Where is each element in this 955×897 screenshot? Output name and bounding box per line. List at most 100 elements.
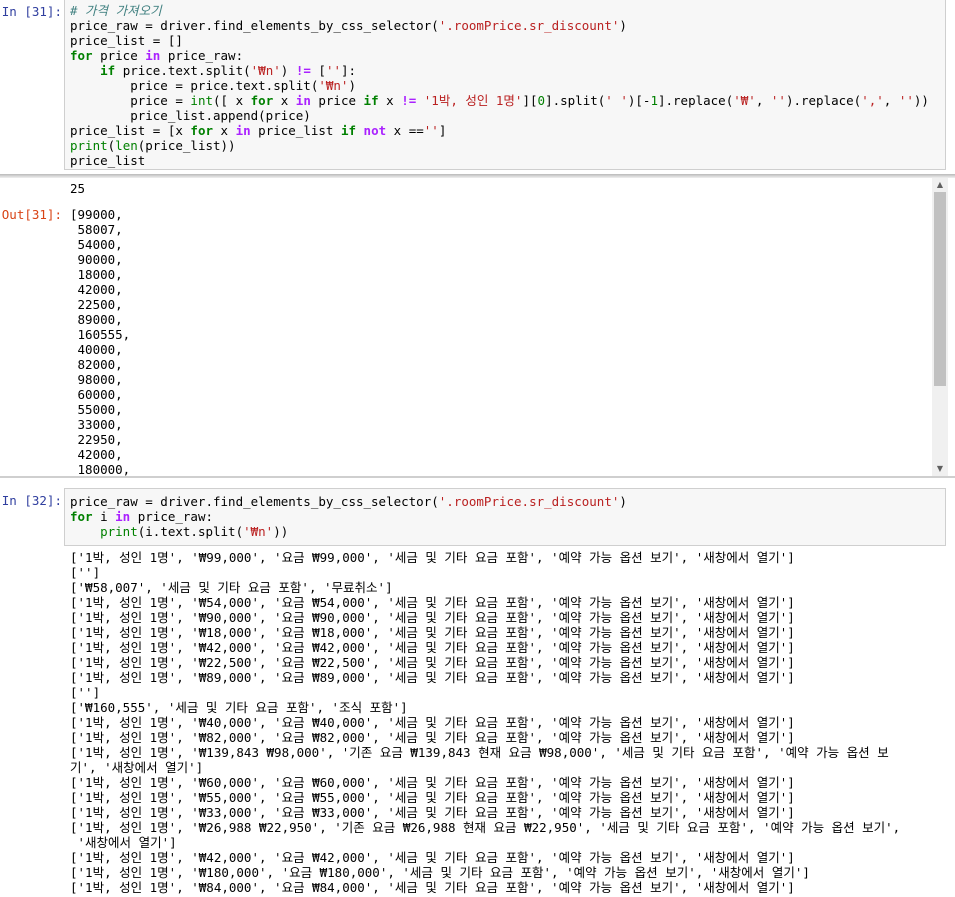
code-token: ].split(: [545, 93, 606, 108]
code-token: len: [115, 138, 138, 153]
output-line: 42000,: [70, 447, 123, 462]
code-token: '': [898, 93, 914, 108]
code-line: for i in price_raw:: [70, 509, 627, 524]
code-token: price_raw = driver.find_elements_by_css_…: [70, 18, 439, 33]
code-token: '': [770, 93, 786, 108]
code-token: if: [100, 63, 116, 78]
code-line: price = price.text.split('₩n'): [70, 78, 929, 93]
output-line: ['1박, 성인 1명', '₩180,000', '요금 ₩180,000',…: [70, 865, 810, 880]
code-token: (i.text.split(: [137, 524, 244, 539]
code-token: 1: [650, 93, 658, 108]
code-token: in: [235, 123, 251, 138]
output-line: ['₩58,007', '세금 및 기타 요금 포함', '무료취소']: [70, 580, 393, 595]
code-token: if: [340, 123, 357, 138]
code-token: 0: [537, 93, 546, 108]
cell-in-prompt-31: In [31]:: [1, 4, 62, 19]
code-line: price_list.append(price): [70, 108, 929, 123]
code-token: i: [92, 509, 116, 524]
code-token: )): [913, 93, 929, 108]
code-editor-31[interactable]: # 가격 가져오기 price_raw = driver.find_element…: [70, 3, 929, 168]
code-token: ).replace(: [785, 93, 862, 108]
code-line: price_raw = driver.find_elements_by_css_…: [70, 18, 929, 33]
output-line: ['1박, 성인 1명', '₩60,000', '요금 ₩60,000', '…: [70, 775, 795, 790]
output-line: ['1박, 성인 1명', '₩55,000', '요금 ₩55,000', '…: [70, 790, 795, 805]
code-token: for: [70, 48, 93, 63]
execute-result-list: [99000, 58007, 54000, 90000, 18000, 4200…: [70, 207, 130, 476]
output-line: 98000,: [70, 372, 123, 387]
code-token: price_list = [x: [70, 123, 191, 138]
output-line: ['1박, 성인 1명', '₩18,000', '요금 ₩18,000', '…: [70, 625, 795, 640]
code-token: ]:: [341, 63, 357, 78]
code-token: )): [273, 524, 289, 539]
output-line: ['1박, 성인 1명', '₩84,000', '요금 ₩84,000', '…: [70, 880, 795, 895]
code-token: '₩n': [318, 78, 349, 93]
code-token: ([ x: [213, 93, 251, 108]
output-line: ['1박, 성인 1명', '₩82,000', '요금 ₩82,000', '…: [70, 730, 795, 745]
code-cell-32-input[interactable]: price_raw = driver.find_elements_by_css_…: [64, 488, 946, 546]
output-line: 55000,: [70, 402, 123, 417]
cell-out-prompt-31: Out[31]:: [1, 207, 62, 222]
code-line: if price.text.split('₩n') != ['']:: [70, 63, 929, 78]
code-token: '1박, 성인 1명': [423, 93, 523, 108]
code-token: '.roomPrice.sr_discount': [438, 494, 620, 509]
code-token: price_list: [250, 123, 341, 138]
code-token: # 가격 가져오기: [70, 3, 162, 18]
output-line: ['1박, 성인 1명', '₩90,000', '요금 ₩90,000', '…: [70, 610, 795, 625]
code-token: '': [423, 123, 439, 138]
output-line: 40000,: [70, 342, 123, 357]
code-token: ]: [438, 123, 447, 138]
output-line: ['1박, 성인 1명', '₩26,988 ₩22,950', '기존 요금 …: [70, 820, 901, 835]
output-line: 60000,: [70, 387, 123, 402]
cell-separator: [0, 476, 955, 478]
code-editor-32[interactable]: price_raw = driver.find_elements_by_css_…: [70, 494, 627, 539]
code-token: '₩n': [250, 63, 281, 78]
code-token: price_raw = driver.find_elements_by_css_…: [70, 494, 439, 509]
code-token: ].replace(: [657, 93, 734, 108]
code-token: print: [100, 524, 138, 539]
code-token: price: [92, 48, 146, 63]
code-token: ): [280, 63, 296, 78]
code-token: ): [619, 494, 627, 509]
output-line: 18000,: [70, 267, 123, 282]
scroll-up-arrow-icon[interactable]: ▲: [932, 178, 948, 192]
scroll-down-arrow-icon[interactable]: ▼: [932, 462, 948, 476]
cell-in-prompt-32: In [32]:: [1, 493, 62, 508]
output-line: ['']: [70, 685, 101, 700]
output-line: ['']: [70, 565, 101, 580]
code-token: ][: [522, 93, 538, 108]
output-line: 58007,: [70, 222, 123, 237]
code-line: price_list = []: [70, 33, 929, 48]
code-line: # 가격 가져오기: [70, 3, 929, 18]
code-token: for: [190, 123, 213, 138]
code-token: in: [115, 509, 131, 524]
output-line: 180000,: [70, 462, 131, 476]
code-token: price_list.append(price): [70, 108, 311, 123]
code-line: price = int([ x for x in price if x != '…: [70, 93, 929, 108]
code-token: ): [348, 78, 356, 93]
code-line: for price in price_raw:: [70, 48, 929, 63]
output-line: 89000,: [70, 312, 123, 327]
output-line: ['1박, 성인 1명', '₩99,000', '요금 ₩99,000', '…: [70, 550, 795, 565]
output-line: ['1박, 성인 1명', '₩22,500', '요금 ₩22,500', '…: [70, 655, 795, 670]
code-token: !=: [295, 63, 311, 78]
code-token: ,: [883, 93, 899, 108]
code-token: price_list: [70, 153, 146, 168]
code-token: for: [70, 509, 93, 524]
output-scrollbar[interactable]: ▲ ▼: [932, 178, 948, 476]
code-token: not: [363, 123, 387, 138]
code-token: ): [619, 18, 627, 33]
code-token: price = price.text.split(: [70, 78, 319, 93]
code-token: price_list = []: [70, 33, 183, 48]
output-line: 22500,: [70, 297, 123, 312]
code-token: ,: [755, 93, 771, 108]
output-line: ['1박, 성인 1명', '₩40,000', '요금 ₩40,000', '…: [70, 715, 795, 730]
code-token: price_raw:: [160, 48, 244, 63]
code-token: [: [310, 63, 326, 78]
code-cell-31-input[interactable]: # 가격 가져오기 price_raw = driver.find_element…: [64, 0, 946, 170]
code-token: x: [273, 93, 296, 108]
code-token: for: [250, 93, 274, 108]
scrollbar-thumb[interactable]: [934, 192, 946, 386]
code-line: print(i.text.split('₩n')): [70, 524, 627, 539]
